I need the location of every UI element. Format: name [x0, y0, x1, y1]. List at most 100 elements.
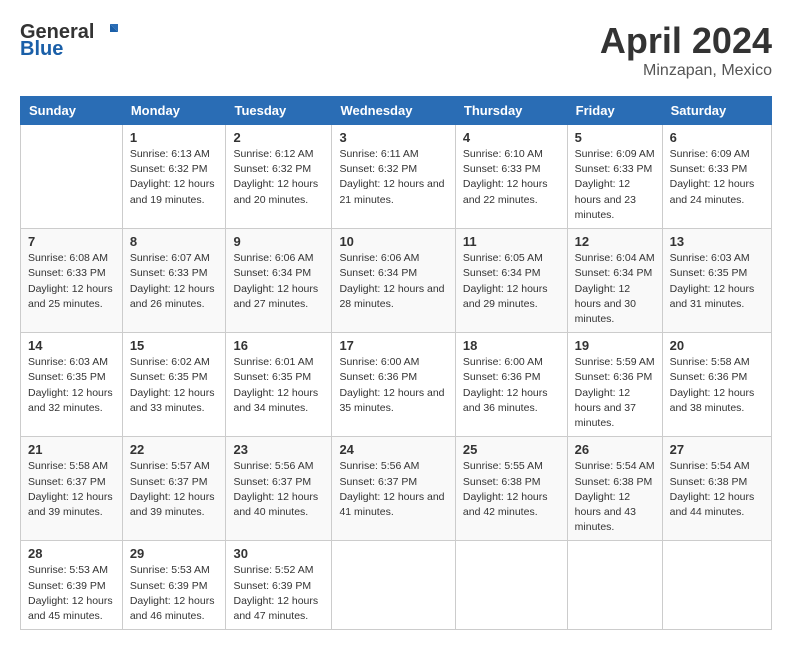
calendar-cell	[455, 541, 567, 630]
calendar-cell: 1 Sunrise: 6:13 AM Sunset: 6:32 PM Daylig…	[122, 125, 226, 229]
day-number: 19	[575, 338, 655, 353]
day-number: 17	[339, 338, 447, 353]
calendar-cell: 18Sunrise: 6:00 AM Sunset: 6:36 PM Dayli…	[455, 333, 567, 437]
day-info: Sunrise: 6:12 AM Sunset: 6:32 PM Dayligh…	[233, 147, 324, 208]
calendar-cell: 19 Sunrise: 5:59 AM Sunset: 6:36 PM Dayli…	[567, 333, 662, 437]
day-info: Sunrise: 6:04 AM Sunset: 6:34 PM Dayligh…	[575, 251, 655, 327]
header-day-wednesday: Wednesday	[332, 97, 455, 125]
day-number: 5	[575, 130, 655, 145]
calendar-table: SundayMondayTuesdayWednesdayThursdayFrid…	[20, 96, 772, 630]
calendar-cell: 5 Sunrise: 6:09 AM Sunset: 6:33 PM Daylig…	[567, 125, 662, 229]
title-block: April 2024 Minzapan, Mexico	[600, 20, 772, 80]
day-info: Sunrise: 5:53 AM Sunset: 6:39 PM Dayligh…	[130, 563, 219, 624]
day-info: Sunrise: 6:06 AM Sunset: 6:34 PM Dayligh…	[233, 251, 324, 312]
calendar-cell: 3 Sunrise: 6:11 AM Sunset: 6:32 PM Daylig…	[332, 125, 455, 229]
logo-icon	[96, 20, 120, 44]
day-number: 29	[130, 546, 219, 561]
day-number: 21	[28, 442, 115, 457]
day-number: 2	[233, 130, 324, 145]
calendar-cell: 28 Sunrise: 5:53 AM Sunset: 6:39 PM Dayli…	[21, 541, 123, 630]
logo: General Blue	[20, 20, 120, 61]
day-info: Sunrise: 5:57 AM Sunset: 6:37 PM Dayligh…	[130, 459, 219, 520]
calendar-cell: 9 Sunrise: 6:06 AM Sunset: 6:34 PM Daylig…	[226, 229, 332, 333]
day-info: Sunrise: 5:54 AM Sunset: 6:38 PM Dayligh…	[575, 459, 655, 535]
day-number: 10	[339, 234, 447, 249]
calendar-cell: 16 Sunrise: 6:01 AM Sunset: 6:35 PM Dayli…	[226, 333, 332, 437]
header-day-monday: Monday	[122, 97, 226, 125]
day-info: Sunrise: 5:56 AM Sunset: 6:37 PM Dayligh…	[339, 459, 447, 520]
calendar-cell: 8Sunrise: 6:07 AM Sunset: 6:33 PM Daylig…	[122, 229, 226, 333]
day-number: 28	[28, 546, 115, 561]
day-info: Sunrise: 5:55 AM Sunset: 6:38 PM Dayligh…	[463, 459, 560, 520]
day-number: 25	[463, 442, 560, 457]
calendar-cell	[332, 541, 455, 630]
calendar-cell: 20Sunrise: 5:58 AM Sunset: 6:36 PM Dayli…	[662, 333, 771, 437]
logo-blue-text: Blue	[20, 38, 63, 61]
day-info: Sunrise: 6:03 AM Sunset: 6:35 PM Dayligh…	[28, 355, 115, 416]
day-info: Sunrise: 6:02 AM Sunset: 6:35 PM Dayligh…	[130, 355, 219, 416]
day-info: Sunrise: 6:05 AM Sunset: 6:34 PM Dayligh…	[463, 251, 560, 312]
header-day-saturday: Saturday	[662, 97, 771, 125]
calendar-cell: 4Sunrise: 6:10 AM Sunset: 6:33 PM Daylig…	[455, 125, 567, 229]
calendar-cell: 21 Sunrise: 5:58 AM Sunset: 6:37 PM Dayli…	[21, 437, 123, 541]
day-info: Sunrise: 6:13 AM Sunset: 6:32 PM Dayligh…	[130, 147, 219, 208]
day-info: Sunrise: 5:58 AM Sunset: 6:37 PM Dayligh…	[28, 459, 115, 520]
calendar-week-row: 7 Sunrise: 6:08 AM Sunset: 6:33 PM Daylig…	[21, 229, 772, 333]
day-info: Sunrise: 5:54 AM Sunset: 6:38 PM Dayligh…	[670, 459, 764, 520]
calendar-header-row: SundayMondayTuesdayWednesdayThursdayFrid…	[21, 97, 772, 125]
calendar-cell: 17Sunrise: 6:00 AM Sunset: 6:36 PM Dayli…	[332, 333, 455, 437]
day-number: 3	[339, 130, 447, 145]
calendar-cell: 13 Sunrise: 6:03 AM Sunset: 6:35 PM Dayli…	[662, 229, 771, 333]
day-number: 13	[670, 234, 764, 249]
calendar-cell: 27 Sunrise: 5:54 AM Sunset: 6:38 PM Dayli…	[662, 437, 771, 541]
day-info: Sunrise: 5:52 AM Sunset: 6:39 PM Dayligh…	[233, 563, 324, 624]
calendar-cell: 25 Sunrise: 5:55 AM Sunset: 6:38 PM Dayli…	[455, 437, 567, 541]
day-number: 30	[233, 546, 324, 561]
calendar-week-row: 1 Sunrise: 6:13 AM Sunset: 6:32 PM Daylig…	[21, 125, 772, 229]
day-number: 4	[463, 130, 560, 145]
day-number: 14	[28, 338, 115, 353]
day-number: 11	[463, 234, 560, 249]
calendar-cell	[662, 541, 771, 630]
day-number: 7	[28, 234, 115, 249]
calendar-cell: 10Sunrise: 6:06 AM Sunset: 6:34 PM Dayli…	[332, 229, 455, 333]
calendar-cell: 11 Sunrise: 6:05 AM Sunset: 6:34 PM Dayli…	[455, 229, 567, 333]
day-info: Sunrise: 6:01 AM Sunset: 6:35 PM Dayligh…	[233, 355, 324, 416]
header-day-tuesday: Tuesday	[226, 97, 332, 125]
day-info: Sunrise: 6:09 AM Sunset: 6:33 PM Dayligh…	[670, 147, 764, 208]
day-number: 6	[670, 130, 764, 145]
day-info: Sunrise: 5:56 AM Sunset: 6:37 PM Dayligh…	[233, 459, 324, 520]
header-day-thursday: Thursday	[455, 97, 567, 125]
day-number: 16	[233, 338, 324, 353]
day-info: Sunrise: 6:08 AM Sunset: 6:33 PM Dayligh…	[28, 251, 115, 312]
day-number: 26	[575, 442, 655, 457]
calendar-cell: 29 Sunrise: 5:53 AM Sunset: 6:39 PM Dayli…	[122, 541, 226, 630]
header-day-sunday: Sunday	[21, 97, 123, 125]
calendar-cell: 6 Sunrise: 6:09 AM Sunset: 6:33 PM Daylig…	[662, 125, 771, 229]
day-number: 18	[463, 338, 560, 353]
day-info: Sunrise: 6:11 AM Sunset: 6:32 PM Dayligh…	[339, 147, 447, 208]
calendar-week-row: 21 Sunrise: 5:58 AM Sunset: 6:37 PM Dayli…	[21, 437, 772, 541]
day-number: 27	[670, 442, 764, 457]
day-number: 22	[130, 442, 219, 457]
day-number: 9	[233, 234, 324, 249]
calendar-cell: 24Sunrise: 5:56 AM Sunset: 6:37 PM Dayli…	[332, 437, 455, 541]
day-info: Sunrise: 6:03 AM Sunset: 6:35 PM Dayligh…	[670, 251, 764, 312]
calendar-week-row: 14 Sunrise: 6:03 AM Sunset: 6:35 PM Dayli…	[21, 333, 772, 437]
calendar-week-row: 28 Sunrise: 5:53 AM Sunset: 6:39 PM Dayli…	[21, 541, 772, 630]
calendar-cell: 30 Sunrise: 5:52 AM Sunset: 6:39 PM Dayli…	[226, 541, 332, 630]
calendar-cell: 26 Sunrise: 5:54 AM Sunset: 6:38 PM Dayli…	[567, 437, 662, 541]
page-header: General Blue April 2024 Minzapan, Mexico	[20, 20, 772, 80]
calendar-cell	[21, 125, 123, 229]
day-info: Sunrise: 5:59 AM Sunset: 6:36 PM Dayligh…	[575, 355, 655, 431]
header-day-friday: Friday	[567, 97, 662, 125]
day-number: 12	[575, 234, 655, 249]
day-info: Sunrise: 6:09 AM Sunset: 6:33 PM Dayligh…	[575, 147, 655, 223]
calendar-cell: 7 Sunrise: 6:08 AM Sunset: 6:33 PM Daylig…	[21, 229, 123, 333]
month-year-title: April 2024	[600, 20, 772, 62]
day-number: 1	[130, 130, 219, 145]
day-number: 23	[233, 442, 324, 457]
day-info: Sunrise: 5:53 AM Sunset: 6:39 PM Dayligh…	[28, 563, 115, 624]
day-number: 8	[130, 234, 219, 249]
calendar-cell: 15Sunrise: 6:02 AM Sunset: 6:35 PM Dayli…	[122, 333, 226, 437]
